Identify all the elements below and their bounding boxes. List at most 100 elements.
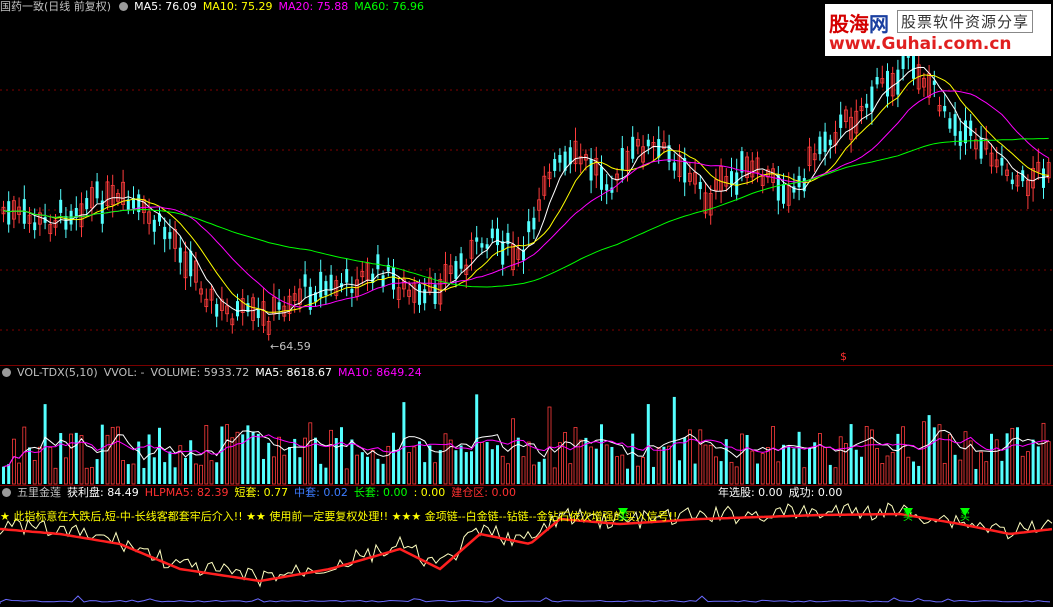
volume-bar <box>901 426 905 485</box>
candle-body <box>189 250 193 277</box>
watermark-brand: 股海网 <box>829 12 889 36</box>
dollar-marker: $ <box>840 350 847 363</box>
volume-bar <box>782 444 785 484</box>
candle-body <box>329 274 333 291</box>
volume-bar <box>719 461 723 484</box>
indicator-plot[interactable] <box>0 486 1053 607</box>
low-price-annotation: ←64.59 <box>270 340 311 353</box>
candle-body <box>152 219 156 232</box>
volume-bar <box>1005 433 1009 484</box>
volume-bar <box>32 459 37 485</box>
volume-bar <box>646 404 650 484</box>
volume-bar <box>500 455 505 485</box>
volume-bar <box>948 434 952 485</box>
watermark-subtitle: 股票软件资源分享 <box>897 10 1034 33</box>
volume-bar <box>340 427 343 484</box>
volume-bar <box>314 437 317 484</box>
vol-ma5-readout: MA5: 8618.67 <box>255 366 332 379</box>
volume-bar <box>547 406 552 485</box>
volume-bar <box>459 445 463 484</box>
volume-bar <box>251 431 255 484</box>
settings-circle-icon[interactable] <box>2 488 11 497</box>
settings-circle-icon[interactable] <box>2 368 11 377</box>
volume-bar <box>854 449 858 484</box>
indicator-panel[interactable]: 五里金莲 获利盘: 84.49 HLPMA5: 82.39 短套: 0.77 中套: 0… <box>0 485 1053 607</box>
volume-bar <box>110 426 115 485</box>
volume-bar <box>199 464 204 485</box>
volume-bar <box>90 466 94 485</box>
volume-bar <box>766 447 770 485</box>
candle-body <box>168 232 172 239</box>
volume-bar <box>714 456 718 485</box>
ma10-line <box>3 74 1049 313</box>
volume-bar <box>990 433 993 484</box>
candle-body <box>215 304 219 317</box>
volume-bar <box>303 437 308 485</box>
indicator-name: 五里金莲 <box>17 486 61 499</box>
volume-bar <box>994 439 999 485</box>
volume-bar <box>896 433 900 484</box>
volume-bar <box>511 418 516 485</box>
volume-bar <box>542 458 546 484</box>
volume-bar <box>38 446 42 485</box>
candle-body <box>1010 179 1014 185</box>
candle-body <box>319 271 323 298</box>
volume-bar <box>17 462 22 485</box>
candle-body <box>553 159 557 171</box>
volume-bar <box>366 456 369 484</box>
candle-body <box>1000 157 1004 166</box>
volume-bar <box>131 463 136 485</box>
volume-bar <box>932 427 936 484</box>
candle-body <box>178 247 182 263</box>
volume-bar <box>818 433 822 485</box>
volume-bar <box>370 449 375 485</box>
volume-bar <box>1041 422 1046 485</box>
candle-body <box>303 274 307 287</box>
volume-bar <box>220 426 224 484</box>
volume-bar <box>860 456 863 484</box>
candle-body <box>350 288 354 293</box>
volume-bar <box>485 442 489 484</box>
volume-bar <box>298 457 302 484</box>
volume-chart-panel[interactable]: VOL-TDX(5,10) VVOL: - VOLUME: 5933.72 MA5: … <box>0 365 1053 486</box>
volume-bar <box>100 424 104 484</box>
volume-bar <box>464 452 468 484</box>
candle-body <box>163 226 167 240</box>
volume-bar <box>443 433 448 485</box>
short-readout: 短套: 0.77 <box>234 486 289 499</box>
volume-bar <box>28 447 31 484</box>
price-legend: 国药一致(日线 前复权) MA5: 76.09 MA10: 75.29 MA20: 7… <box>0 0 430 14</box>
candle-body <box>95 181 99 199</box>
volume-bar <box>428 445 432 484</box>
candle-body <box>85 198 89 210</box>
volume-bar <box>667 445 671 485</box>
volume-bar <box>678 460 681 484</box>
volume-bar <box>693 463 697 484</box>
volume-bar <box>147 434 151 484</box>
mid-trap-line <box>0 595 1051 604</box>
volume-bar <box>885 455 890 485</box>
volume-bar <box>288 447 291 484</box>
volume-bar <box>1036 446 1040 484</box>
volume-bar <box>1020 455 1025 485</box>
candle-body <box>865 103 869 108</box>
ma10-readout: MA10: 75.29 <box>202 0 273 13</box>
volume-bar <box>152 457 156 484</box>
volume-plot[interactable] <box>0 366 1053 486</box>
volume-readout: VOLUME: 5933.72 <box>150 366 250 379</box>
settings-circle-icon[interactable] <box>119 2 129 11</box>
volume-bar <box>392 432 395 484</box>
volume-bar <box>823 446 827 485</box>
volume-bar <box>246 425 250 484</box>
volume-bar <box>906 456 911 485</box>
candle-body <box>886 70 889 97</box>
volume-bar <box>813 442 817 484</box>
volume-bar <box>470 451 473 484</box>
price-chart-panel[interactable]: 国药一致(日线 前复权) MA5: 76.09 MA10: 75.29 MA20: 7… <box>0 0 1053 365</box>
buy-signal-label: 买 <box>618 512 628 523</box>
candle-body <box>532 217 536 230</box>
stock-title: 国药一致(日线 前复权) <box>0 0 112 13</box>
indicator-marquee-text: ★ 此指标意在大跌后,短-中-长线客都套牢后介入!! ★★ 使用前一定要复权处理… <box>0 510 678 523</box>
volume-bar <box>1016 427 1019 484</box>
volume-bar <box>880 463 885 485</box>
